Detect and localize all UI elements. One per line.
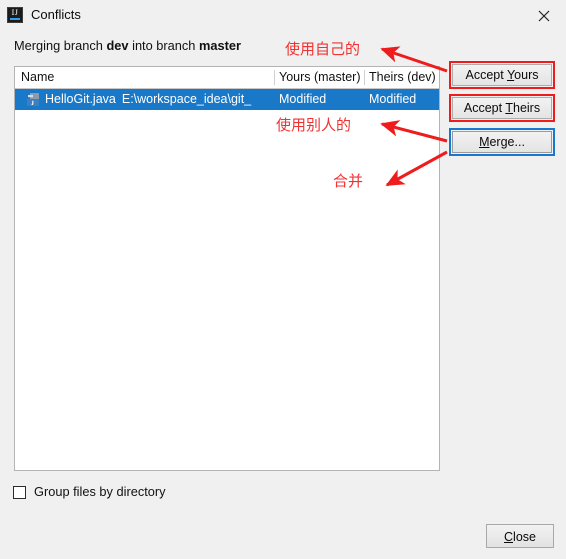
window-title: Conflicts xyxy=(31,7,81,22)
java-file-icon xyxy=(26,92,41,107)
annotation-label-merge: 合并 xyxy=(333,172,364,190)
accept-yours-label-prefix: Accept xyxy=(465,68,507,82)
merging-branch-message: Merging branch dev into branch master xyxy=(14,38,241,54)
intellij-idea-icon: IJ xyxy=(7,7,23,23)
accept-theirs-label-suffix: heirs xyxy=(513,101,541,115)
column-header-theirs[interactable]: Theirs (dev) xyxy=(369,67,439,88)
accept-yours-button[interactable]: Accept Yours xyxy=(452,64,552,86)
column-separator[interactable] xyxy=(274,70,275,85)
conflicts-file-table[interactable]: Name Yours (master) Theirs (dev) HelloGi… xyxy=(14,66,440,471)
merge-label-suffix: erge... xyxy=(489,135,525,149)
group-files-by-directory-checkbox[interactable] xyxy=(13,485,26,499)
accept-theirs-mnemonic: T xyxy=(505,101,513,115)
merge-button[interactable]: Merge... xyxy=(452,131,552,153)
table-body: HelloGit.java E:\workspace_idea\git_ Modi… xyxy=(15,89,439,470)
target-branch-name: master xyxy=(198,38,241,53)
annotation-label-accept-theirs: 使用别人的 xyxy=(276,116,352,134)
file-path-text: E:\workspace_idea\git_ xyxy=(121,92,252,106)
source-branch-name: dev xyxy=(106,38,129,53)
group-files-by-directory-label: Group files by directory xyxy=(34,484,166,499)
file-name-text: HelloGit.java xyxy=(45,92,116,106)
intellij-idea-icon-bar xyxy=(10,18,20,20)
accept-theirs-button[interactable]: Accept Theirs xyxy=(452,97,552,119)
group-files-by-directory-row[interactable]: Group files by directory xyxy=(13,483,166,501)
accept-yours-label-suffix: ours xyxy=(514,68,539,82)
cell-theirs-status: Modified xyxy=(369,92,417,106)
cell-yours-status: Modified xyxy=(279,92,327,106)
merge-mnemonic: M xyxy=(479,135,490,149)
intellij-idea-icon-letters: IJ xyxy=(11,8,19,17)
table-header-row: Name Yours (master) Theirs (dev) xyxy=(15,67,439,89)
close-mnemonic: C xyxy=(504,530,514,544)
table-row[interactable]: HelloGit.java E:\workspace_idea\git_ Modi… xyxy=(15,89,439,110)
cell-file-name: HelloGit.java E:\workspace_idea\git_ xyxy=(45,89,273,110)
column-separator[interactable] xyxy=(364,70,365,85)
close-icon[interactable] xyxy=(534,6,554,26)
merge-message-prefix: Merging branch xyxy=(14,38,107,53)
annotation-label-accept-yours: 使用自己的 xyxy=(285,40,361,58)
column-header-yours[interactable]: Yours (master) xyxy=(279,67,365,88)
column-header-name[interactable]: Name xyxy=(21,67,273,88)
close-button[interactable]: Close xyxy=(486,524,554,548)
close-label-suffix: lose xyxy=(513,530,536,544)
window-title-bar: IJ Conflicts xyxy=(0,0,566,30)
accept-theirs-label-prefix: Accept xyxy=(463,101,506,115)
merge-message-middle: into branch xyxy=(128,38,199,53)
